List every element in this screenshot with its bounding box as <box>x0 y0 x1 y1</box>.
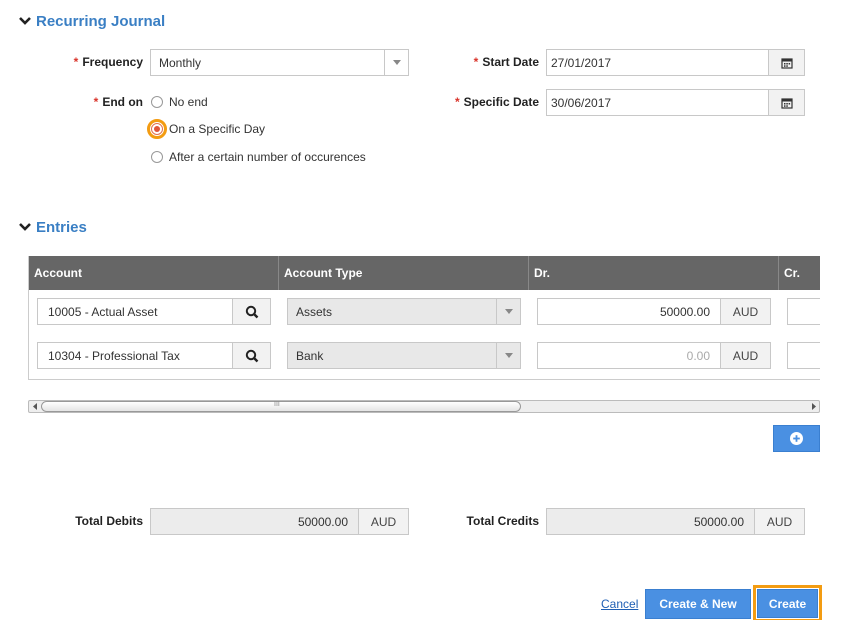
entries-grid: Account Account Type Dr. Cr. 10005 - Act… <box>28 256 820 380</box>
currency-label: AUD <box>720 299 770 324</box>
specific-date-input[interactable]: 30/06/2017 <box>546 89 805 116</box>
end-option-label: On a Specific Day <box>169 122 266 136</box>
total-credits-value: 50000.00 <box>693 514 744 529</box>
currency-label: AUD <box>358 509 408 534</box>
account-value: 10005 - Actual Asset <box>48 304 158 319</box>
account-type-select[interactable]: Assets <box>287 298 521 325</box>
debit-input[interactable]: 50000.00 AUD <box>537 298 771 325</box>
entries-title: Entries <box>36 218 87 236</box>
scroll-left-icon[interactable] <box>29 401 40 412</box>
dropdown-arrow-icon <box>496 343 520 368</box>
end-option-occurrences[interactable]: After a certain number of occurences <box>151 150 366 164</box>
frequency-value: Monthly <box>159 55 202 70</box>
total-debits-label: Total Debits <box>75 514 143 528</box>
account-type-value: Bank <box>296 348 324 363</box>
grid-header: Account Account Type Dr. Cr. <box>29 256 820 290</box>
account-type-select[interactable]: Bank <box>287 342 521 369</box>
debit-input[interactable]: 0.00 AUD <box>537 342 771 369</box>
horizontal-scrollbar[interactable]: III <box>28 400 820 413</box>
specific-date-label: * Specific Date <box>454 95 539 109</box>
account-input[interactable]: 10304 - Professional Tax <box>37 342 271 369</box>
start-date-label: * Start Date <box>473 55 539 69</box>
column-header-cr[interactable]: Cr. <box>779 256 820 290</box>
account-value: 10304 - Professional Tax <box>48 348 180 363</box>
scroll-right-icon[interactable] <box>808 401 819 412</box>
calendar-icon[interactable] <box>768 90 804 115</box>
credit-input[interactable] <box>787 298 820 325</box>
radio-specific-day[interactable] <box>147 119 167 139</box>
create-and-new-button[interactable]: Create & New <box>645 589 751 619</box>
column-header-dr[interactable]: Dr. <box>529 256 779 290</box>
recurring-journal-header[interactable]: Recurring Journal <box>16 12 165 30</box>
frequency-select[interactable]: Monthly <box>150 49 409 76</box>
chevron-down-icon <box>19 17 31 25</box>
end-option-no-end[interactable]: No end <box>151 95 208 109</box>
account-input[interactable]: 10005 - Actual Asset <box>37 298 271 325</box>
specific-date-value: 30/06/2017 <box>551 95 612 110</box>
total-credits-label: Total Credits <box>466 514 539 528</box>
end-option-label: After a certain number of occurences <box>169 150 366 164</box>
end-on-label: * End on <box>93 95 143 109</box>
currency-label: AUD <box>720 343 770 368</box>
chevron-down-icon <box>19 223 31 231</box>
dropdown-arrow-icon <box>384 50 408 75</box>
cancel-link[interactable]: Cancel <box>601 597 638 611</box>
start-date-value: 27/01/2017 <box>551 55 612 70</box>
end-option-specific-day[interactable]: On a Specific Day <box>147 119 266 139</box>
calendar-icon[interactable] <box>768 50 804 75</box>
debit-value: 50000.00 <box>659 304 710 319</box>
total-credits-field: 50000.00 AUD <box>546 508 805 535</box>
total-debits-value: 50000.00 <box>297 514 348 529</box>
recurring-journal-title: Recurring Journal <box>36 12 166 30</box>
debit-value: 0.00 <box>686 348 710 363</box>
radio-occurrences[interactable] <box>151 151 163 163</box>
start-date-input[interactable]: 27/01/2017 <box>546 49 805 76</box>
column-header-account[interactable]: Account <box>29 256 279 290</box>
scrollbar-thumb[interactable]: III <box>41 401 521 412</box>
dropdown-arrow-icon <box>496 299 520 324</box>
create-button[interactable]: Create <box>753 585 822 620</box>
search-icon[interactable] <box>232 343 270 368</box>
add-row-button[interactable] <box>773 425 820 452</box>
scrollbar-grip: III <box>274 401 280 408</box>
account-type-value: Assets <box>296 304 333 319</box>
total-debits-field: 50000.00 AUD <box>150 508 409 535</box>
search-icon[interactable] <box>232 299 270 324</box>
entries-header[interactable]: Entries <box>16 218 87 236</box>
radio-no-end[interactable] <box>151 96 163 108</box>
currency-label: AUD <box>754 509 804 534</box>
credit-input[interactable] <box>787 342 820 369</box>
frequency-label: * Frequency <box>73 55 143 69</box>
end-option-label: No end <box>169 95 208 109</box>
column-header-account-type[interactable]: Account Type <box>279 256 529 290</box>
plus-circle-icon <box>790 432 803 445</box>
